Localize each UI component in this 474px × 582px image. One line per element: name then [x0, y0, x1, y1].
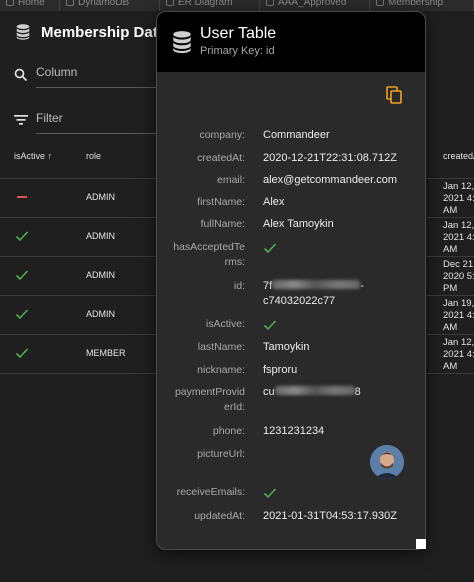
field-key: hasAcceptedTe rms: [157, 240, 245, 270]
field-key: paymentProvid erId: [157, 385, 245, 415]
field-key: receiveEmails: [176, 486, 245, 498]
field-key: updatedAt: [194, 510, 245, 522]
filter-icon [14, 115, 28, 125]
check-icon [263, 243, 277, 254]
field-key-line: hasAcceptedTe [173, 241, 245, 253]
card-subtitle: Primary Key: id [200, 45, 275, 57]
column-search-field[interactable]: Column [14, 65, 176, 88]
field-key: nickname: [197, 364, 245, 376]
column-input[interactable]: Column [36, 65, 77, 79]
column-header-label: createdAt [443, 151, 474, 161]
redacted-block [274, 386, 355, 395]
created-cell: Jan 19, 2021 4: AM [443, 298, 474, 333]
created-cell: Jan 12, 2021 4: AM [443, 337, 474, 372]
role-cell: ADMIN [86, 192, 115, 202]
id-suffix: - [360, 280, 364, 292]
copy-icon[interactable] [386, 86, 402, 104]
role-cell: ADMIN [86, 231, 115, 241]
field-key: pictureUrl: [197, 448, 245, 460]
tab-dynamodb[interactable]: DynamoDB [60, 0, 160, 11]
role-cell: ADMIN [86, 270, 115, 280]
tab-label: ER Diagram [178, 0, 233, 8]
column-underline [36, 87, 176, 88]
panel-title-row: Membership Data [14, 23, 166, 41]
field-key: firstName: [197, 196, 245, 208]
id-line-2: c74032022c77 [263, 295, 336, 307]
field-value: 7f - c74032022c77 [263, 279, 364, 309]
field-key: isActive: [205, 318, 245, 330]
panel-title: Membership Data [41, 23, 167, 41]
search-icon [14, 68, 28, 82]
redacted-block [272, 280, 361, 289]
field-value: fsproru [263, 364, 298, 376]
column-header-createdat[interactable]: createdAt [443, 151, 474, 161]
column-header-label: role [86, 151, 102, 161]
field-key-line: rms: [224, 256, 245, 268]
check-icon [263, 320, 277, 331]
field-value: alex@getcommandeer.com [263, 174, 398, 186]
check-icon [263, 488, 277, 499]
field-key: email: [216, 174, 245, 186]
column-header-isactive[interactable]: isActive ↑ [14, 151, 52, 161]
table-icon [66, 0, 74, 6]
tab-aaa-approved[interactable]: AAA_Approved [260, 0, 370, 11]
profile-photo [370, 445, 404, 479]
created-cell: Jan 12, 2021 4: AM [443, 181, 474, 216]
field-value: 2021-01-31T04:53:17.930Z [263, 510, 397, 522]
sort-arrow-icon: ↑ [47, 151, 53, 161]
role-cell: MEMBER [86, 348, 126, 358]
field-key: lastName: [197, 341, 245, 353]
column-header-role[interactable]: role [86, 151, 101, 161]
home-icon [6, 0, 14, 6]
database-icon [16, 24, 30, 40]
field-key: createdAt: [197, 152, 245, 164]
tab-home[interactable]: Home [0, 0, 60, 11]
diagram-icon [166, 0, 174, 6]
payment-id-suffix: 8 [354, 386, 361, 398]
check-icon [15, 231, 29, 242]
tab-er-diagram[interactable]: ER Diagram [160, 0, 260, 11]
tab-membership[interactable]: Membership [370, 0, 474, 11]
field-value: 2020-12-21T22:31:08.712Z [263, 152, 397, 164]
field-key: company: [199, 129, 245, 141]
field-value: Commandeer [263, 129, 330, 141]
field-key: phone: [212, 425, 245, 437]
field-value: cu 8 [263, 385, 361, 400]
field-value: 1231231234 [263, 425, 325, 437]
check-icon [15, 309, 29, 320]
card-title: User Table [200, 25, 277, 42]
filter-input[interactable]: Filter [36, 111, 63, 125]
field-value: Alex [263, 196, 285, 208]
field-value: Alex Tamoykin [263, 218, 334, 230]
created-cell: Dec 21, 2020 5: PM [443, 259, 474, 294]
tab-label: DynamoDB [78, 0, 130, 8]
tab-bar: Home DynamoDB ER Diagram AAA_Approved Me… [0, 0, 474, 11]
id-prefix: 7f [263, 280, 273, 292]
check-icon [15, 348, 29, 359]
field-value: Tamoykin [263, 341, 310, 353]
tab-label: Home [18, 0, 45, 8]
filter-underline [36, 133, 176, 134]
database-icon [173, 31, 191, 54]
table-icon [266, 0, 274, 6]
role-cell: ADMIN [86, 309, 115, 319]
tab-label: AAA_Approved [278, 0, 347, 8]
card-header: User Table Primary Key: id [157, 12, 425, 72]
payment-id-prefix: cu [263, 386, 275, 398]
field-key: fullName: [200, 218, 245, 230]
avatar[interactable] [370, 445, 404, 479]
field-key: id: [233, 280, 245, 292]
column-header-label: isActive [14, 151, 46, 161]
dash-icon [17, 196, 27, 198]
resize-handle[interactable] [416, 539, 426, 549]
field-key-line: erId: [223, 401, 245, 413]
check-icon [15, 270, 29, 281]
field-key-line: paymentProvid [174, 386, 245, 398]
table-icon [376, 0, 384, 6]
created-cell: Jan 12, 2021 4: AM [443, 220, 474, 255]
user-detail-card[interactable]: User Table Primary Key: id company: Comm… [156, 11, 426, 550]
tab-label: Membership [388, 0, 444, 8]
filter-field[interactable]: Filter [14, 111, 176, 134]
